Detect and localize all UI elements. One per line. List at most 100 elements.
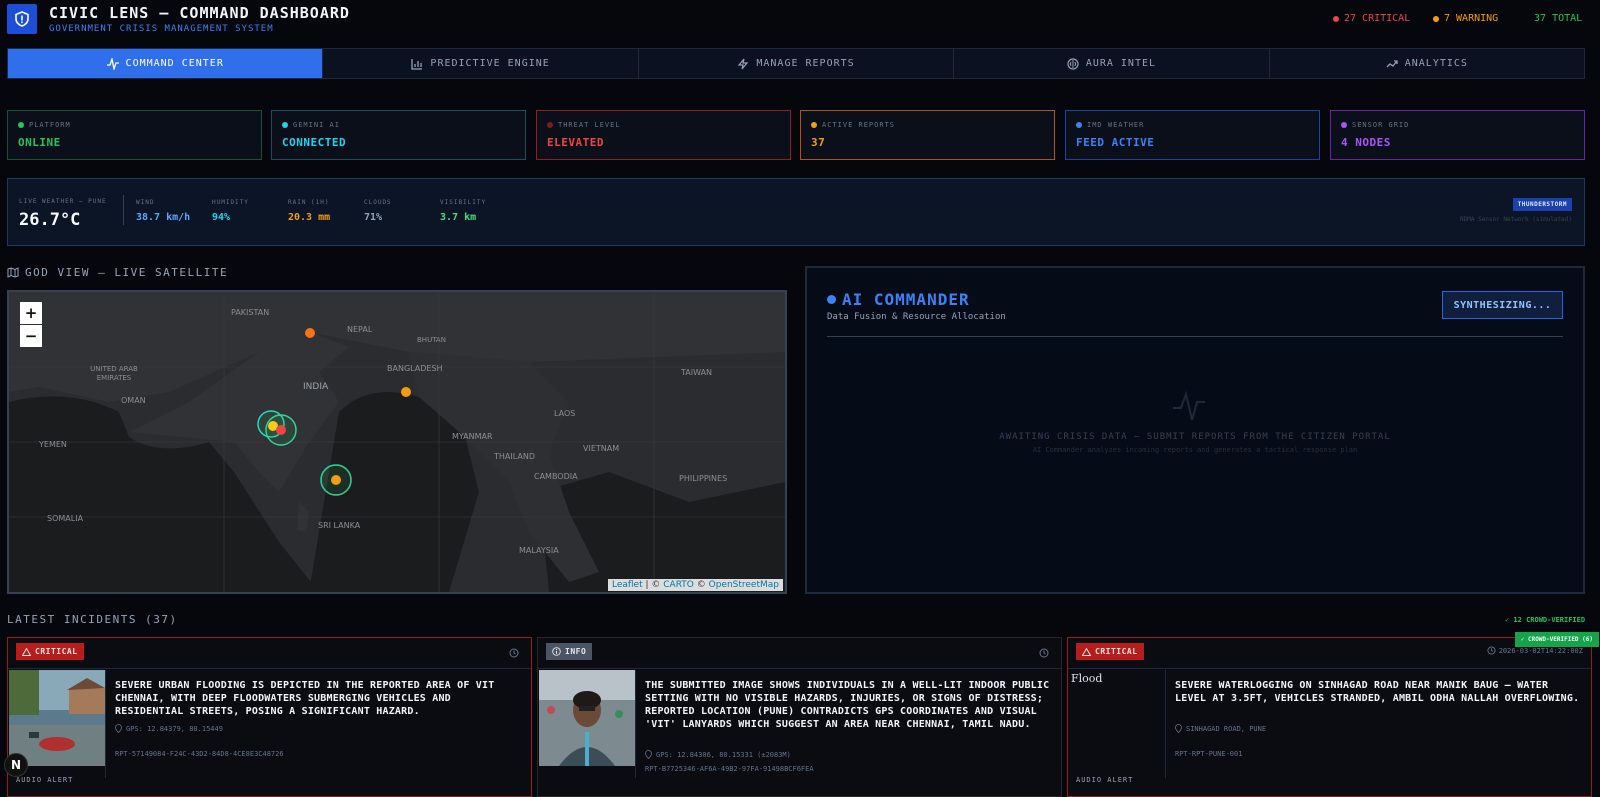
flood-photo[interactable]	[9, 670, 105, 766]
severity-badge: CRITICAL	[16, 643, 84, 660]
incident-marker[interactable]	[401, 387, 411, 397]
pulse-placeholder-icon	[1173, 390, 1205, 421]
card-value: ONLINE	[18, 136, 61, 149]
warning-triangle-icon	[22, 647, 31, 656]
wind-value: 38.7 km/h	[136, 212, 191, 223]
wind-label: WIND	[136, 199, 155, 206]
map-icon	[7, 267, 19, 278]
severity-badge: CRITICAL	[1076, 643, 1144, 660]
attrib-osm-prefix: ©	[693, 580, 709, 590]
timestamp-text: 2026-03-02T14:22:00Z	[1498, 646, 1583, 655]
clouds-label: CLOUDS	[364, 199, 392, 206]
warning-dot-icon	[1433, 15, 1439, 22]
incident-description: SEVERE WATERLOGGING ON SINHAGAD ROAD NEA…	[1175, 680, 1580, 704]
total-count: 37 TOTAL	[1534, 13, 1582, 24]
card-value: 37	[811, 136, 826, 149]
satellite-map[interactable]: PAKISTAN NEPAL BHUTAN INDIA BANGLADESH T…	[7, 290, 787, 594]
critical-count: 27 CRITICAL	[1333, 13, 1410, 24]
status-card-gemini-ai: GEMINI AI CONNECTED	[271, 110, 526, 160]
broken-flood-image[interactable]: Flood	[1069, 670, 1165, 735]
card-value: ELEVATED	[547, 136, 604, 149]
visibility-label: VISIBILITY	[440, 199, 487, 206]
incident-description: SEVERE URBAN FLOODING IS DEPICTED IN THE…	[115, 680, 495, 717]
status-card-sensor-grid: SENSOR GRID 4 NODES	[1330, 110, 1585, 160]
incident-location: GPS: 12.84379, 80.15449	[115, 724, 223, 733]
report-id: RPT-RPT-PUNE-001	[1175, 750, 1243, 758]
map-attribution: Leaflet | © CARTO © OpenStreetMap	[607, 579, 783, 591]
report-id: RPT-B7725346-AF6A-49B2-97FA-91498BCF6FEA	[645, 765, 814, 773]
bar-chart-icon	[411, 58, 423, 70]
severity-label: CRITICAL	[35, 647, 78, 656]
app-subtitle: GOVERNMENT CRISIS MANAGEMENT SYSTEM	[49, 24, 274, 34]
critical-count-label: 27 CRITICAL	[1344, 13, 1411, 24]
incident-marker[interactable]	[331, 475, 341, 485]
status-dot-icon	[811, 122, 817, 128]
incidents-title: LATEST INCIDENTS (37)	[7, 613, 178, 626]
audio-alert-label: AUDIO ALERT	[16, 776, 74, 784]
tab-analytics[interactable]: ANALYTICS	[1270, 49, 1584, 78]
total-count-label: 37 TOTAL	[1534, 13, 1583, 24]
osm-link[interactable]: OpenStreetMap	[709, 580, 779, 590]
tab-label: AURA INTEL	[1085, 58, 1157, 69]
pin-icon	[645, 750, 652, 759]
humidity-label: HUMIDITY	[212, 199, 249, 206]
shield-logo-icon	[7, 4, 37, 34]
card-label: THREAT LEVEL	[558, 121, 621, 129]
ai-commander-subtitle: Data Fusion & Resource Allocation	[827, 312, 1006, 322]
info-icon	[552, 647, 561, 656]
bolt-icon	[738, 58, 749, 69]
leaflet-link[interactable]: Leaflet	[612, 580, 643, 590]
ai-divider	[827, 336, 1563, 337]
incident-marker[interactable]	[305, 328, 315, 338]
tab-label: ANALYTICS	[1404, 58, 1468, 69]
status-dot-icon	[282, 122, 288, 128]
incident-location: GPS: 12.84306, 80.15331 (±2083M)	[645, 750, 791, 759]
incident-card[interactable]: INFO THE SUBMITTED IMAGE SHOWS INDIVIDUA…	[537, 637, 1062, 797]
thumb-divider	[1165, 670, 1166, 778]
weather-divider	[123, 195, 124, 225]
severity-label: INFO	[565, 647, 587, 656]
next-devtools-icon[interactable]: N	[4, 753, 28, 777]
ai-empty-subtitle: AI Commander analyzes incoming reports a…	[1032, 446, 1358, 454]
condition-badge: THUNDERSTORM	[1512, 198, 1572, 211]
map-section-title: GOD VIEW — LIVE SATELLITE	[7, 266, 228, 279]
tab-command-center[interactable]: COMMAND CENTER	[8, 49, 324, 78]
card-label: IMD WEATHER	[1087, 121, 1145, 129]
crowd-verified-count: ✓ 12 CROWD-VERIFIED	[1505, 616, 1586, 624]
indoor-photo[interactable]	[539, 670, 635, 766]
card-label: ACTIVE REPORTS	[822, 121, 896, 129]
incident-card[interactable]: CRITICAL SEVERE URBAN FLOODING IS DEPICT…	[4, 637, 532, 797]
zoom-in-button[interactable]: +	[20, 302, 42, 324]
critical-dot-icon	[1333, 15, 1339, 22]
incident-marker[interactable]	[276, 425, 286, 435]
rain-value: 20.3 mm	[288, 212, 331, 223]
main-nav: COMMAND CENTER PREDICTIVE ENGINE MANAGE …	[7, 48, 1585, 79]
incident-description: THE SUBMITTED IMAGE SHOWS INDIVIDUALS IN…	[645, 680, 1050, 730]
warning-triangle-icon	[1082, 647, 1091, 656]
humidity-value: 94%	[212, 212, 231, 223]
severity-badge: INFO	[546, 643, 593, 660]
tab-manage-reports[interactable]: MANAGE REPORTS	[639, 49, 955, 78]
tab-label: COMMAND CENTER	[125, 58, 224, 69]
zoom-out-button[interactable]: −	[20, 325, 42, 347]
clouds-value: 71%	[364, 212, 383, 223]
status-dot-icon	[1076, 122, 1082, 128]
clock-icon	[1487, 646, 1496, 655]
tab-predictive-engine[interactable]: PREDICTIVE ENGINE	[323, 49, 639, 78]
clock-icon	[1039, 648, 1049, 658]
synthesize-button[interactable]: SYNTHESIZING...	[1442, 291, 1563, 319]
pulse-icon	[106, 57, 119, 70]
clock-icon	[509, 648, 519, 658]
thumb-divider	[635, 670, 636, 778]
pin-icon	[115, 724, 122, 733]
carto-link[interactable]: CARTO	[663, 580, 694, 590]
tab-aura-intel[interactable]: AURA INTEL	[954, 49, 1270, 78]
tab-label: MANAGE REPORTS	[756, 58, 855, 69]
status-card-imd-weather: IMD WEATHER FEED ACTIVE	[1065, 110, 1320, 160]
card-value: 4 NODES	[1341, 136, 1391, 149]
severity-label: CRITICAL	[1095, 647, 1138, 656]
card-label: SENSOR GRID	[1352, 121, 1410, 129]
incident-card[interactable]: CRITICAL 2026-03-02T14:22:00Z ✓ CROWD-VE…	[1067, 632, 1599, 797]
status-dot-icon	[547, 122, 553, 128]
location-text: GPS: 12.84379, 80.15449	[126, 724, 223, 733]
